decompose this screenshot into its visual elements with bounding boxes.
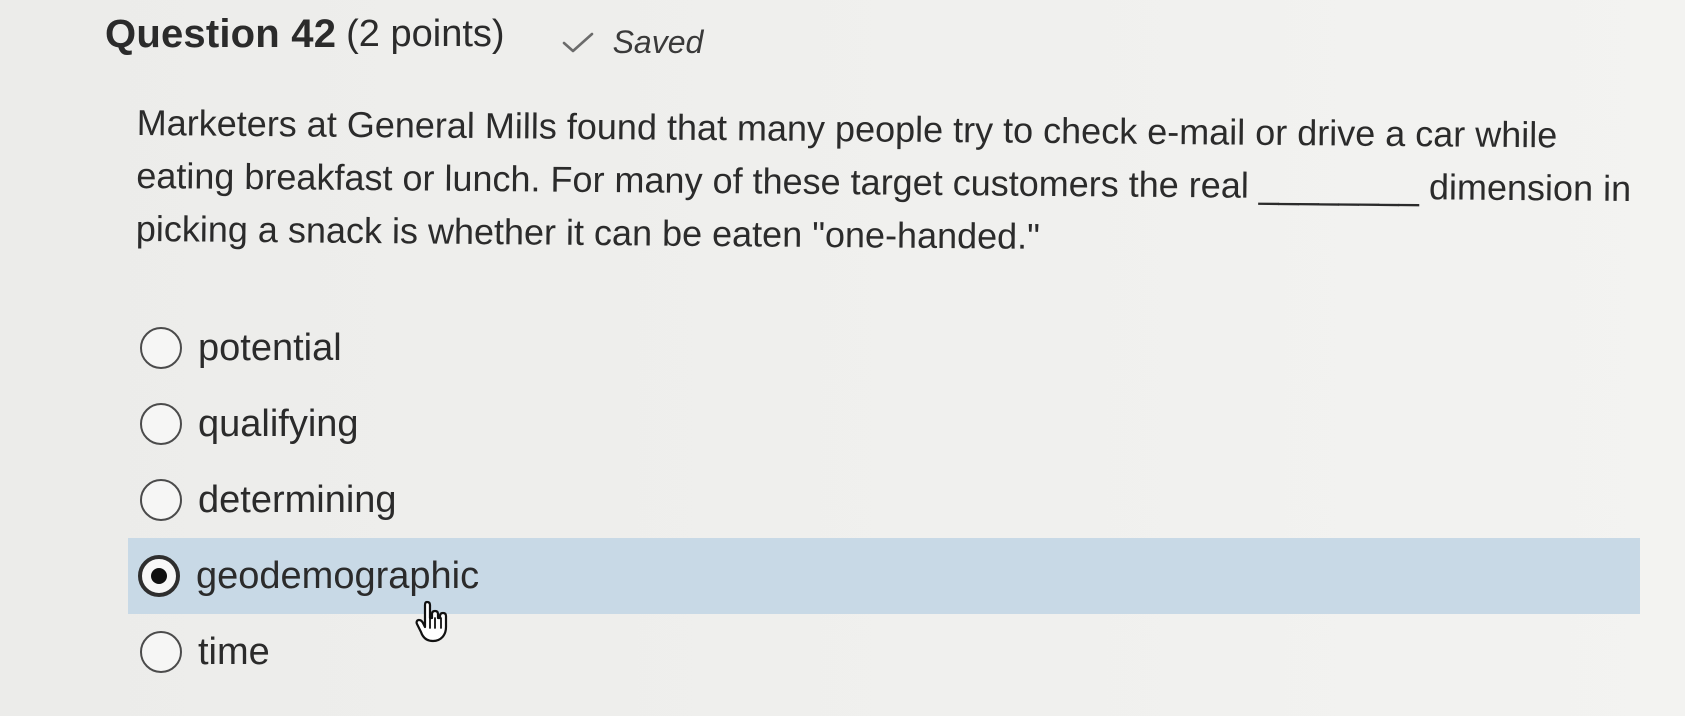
answer-label[interactable]: potential (198, 327, 342, 370)
check-icon (561, 31, 595, 55)
answer-option-potential[interactable]: potential (130, 310, 1640, 386)
answer-option-time[interactable]: time (130, 614, 1640, 690)
question-header: Question 42 (2 points) Saved (105, 12, 703, 60)
saved-status: Saved (561, 24, 704, 61)
answer-option-determining[interactable]: determining (130, 462, 1640, 538)
question-title: Question 42 (105, 12, 337, 56)
radio-button[interactable] (140, 327, 182, 369)
answer-label[interactable]: geodemographic (196, 555, 479, 598)
answer-option-geodemographic[interactable]: geodemographic (128, 538, 1640, 614)
radio-button-selected[interactable] (138, 555, 180, 597)
radio-button[interactable] (140, 403, 182, 445)
answer-options: potential qualifying determining geodemo… (128, 310, 1640, 690)
radio-button[interactable] (140, 479, 182, 521)
answer-label[interactable]: determining (198, 479, 397, 522)
question-text: Marketers at General Mills found that ma… (135, 101, 1632, 257)
saved-label: Saved (612, 24, 704, 60)
radio-selected-dot (151, 568, 167, 584)
hand-pointer-icon (415, 600, 449, 644)
question-points: (2 points) (346, 13, 505, 55)
answer-label[interactable]: time (198, 631, 270, 674)
radio-button[interactable] (140, 631, 182, 673)
answer-option-qualifying[interactable]: qualifying (130, 386, 1640, 462)
answer-label[interactable]: qualifying (198, 403, 359, 446)
